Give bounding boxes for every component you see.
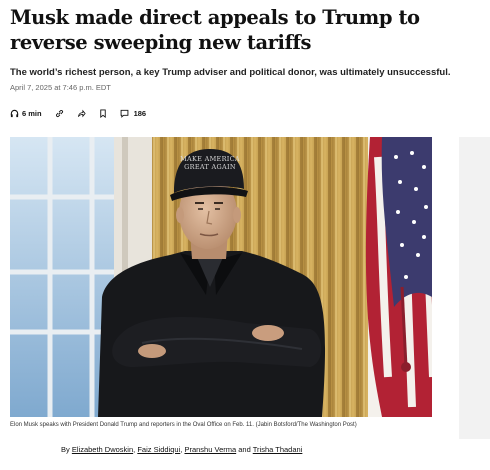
byline-separator: ,: [180, 445, 183, 454]
lead-photo-illustration: [10, 137, 432, 417]
american-flag: [365, 137, 432, 417]
lead-photo: MAKE AMERICA GREAT AGAIN: [10, 137, 432, 417]
comments-button[interactable]: 186: [120, 108, 147, 118]
comment-icon: [120, 109, 129, 118]
byline-prefix: By: [61, 445, 70, 454]
cap-text-line1: MAKE AMERICA: [180, 155, 240, 163]
byline: By Elizabeth Dwoskin, Faiz Siddiqui, Pra…: [61, 445, 302, 454]
article-dateline: April 7, 2025 at 7:46 p.m. EDT: [10, 83, 111, 92]
share-button[interactable]: [77, 109, 86, 118]
cap-text: MAKE AMERICA GREAT AGAIN: [173, 155, 247, 171]
cap-text-line2: GREAT AGAIN: [184, 163, 236, 171]
article-headline: Musk made direct appeals to Trump to rev…: [10, 6, 420, 54]
author-link[interactable]: Faiz Siddiqui: [137, 445, 180, 454]
headphones-icon: [10, 109, 19, 118]
photo-caption: Elon Musk speaks with President Donald T…: [10, 422, 357, 428]
bookmark-icon: [99, 108, 107, 118]
sidebar-ad-panel: [459, 137, 490, 439]
author-link[interactable]: Trisha Thadani: [253, 445, 303, 454]
bookmark-button[interactable]: [99, 108, 107, 118]
comments-count: 186: [133, 108, 147, 118]
author-link[interactable]: Pranshu Verma: [184, 445, 236, 454]
share-icon: [77, 109, 86, 118]
gift-link-icon: [55, 109, 64, 118]
byline-and: and: [238, 445, 251, 454]
article-toolbar: 6 min 186: [10, 106, 159, 120]
listen-button[interactable]: 6 min: [10, 109, 42, 118]
gift-link-button[interactable]: [55, 109, 64, 118]
listen-duration: 6 min: [22, 108, 42, 118]
author-link[interactable]: Elizabeth Dwoskin: [72, 445, 133, 454]
byline-separator: ,: [133, 445, 136, 454]
article-dek: The world’s richest person, a key Trump …: [10, 67, 451, 78]
